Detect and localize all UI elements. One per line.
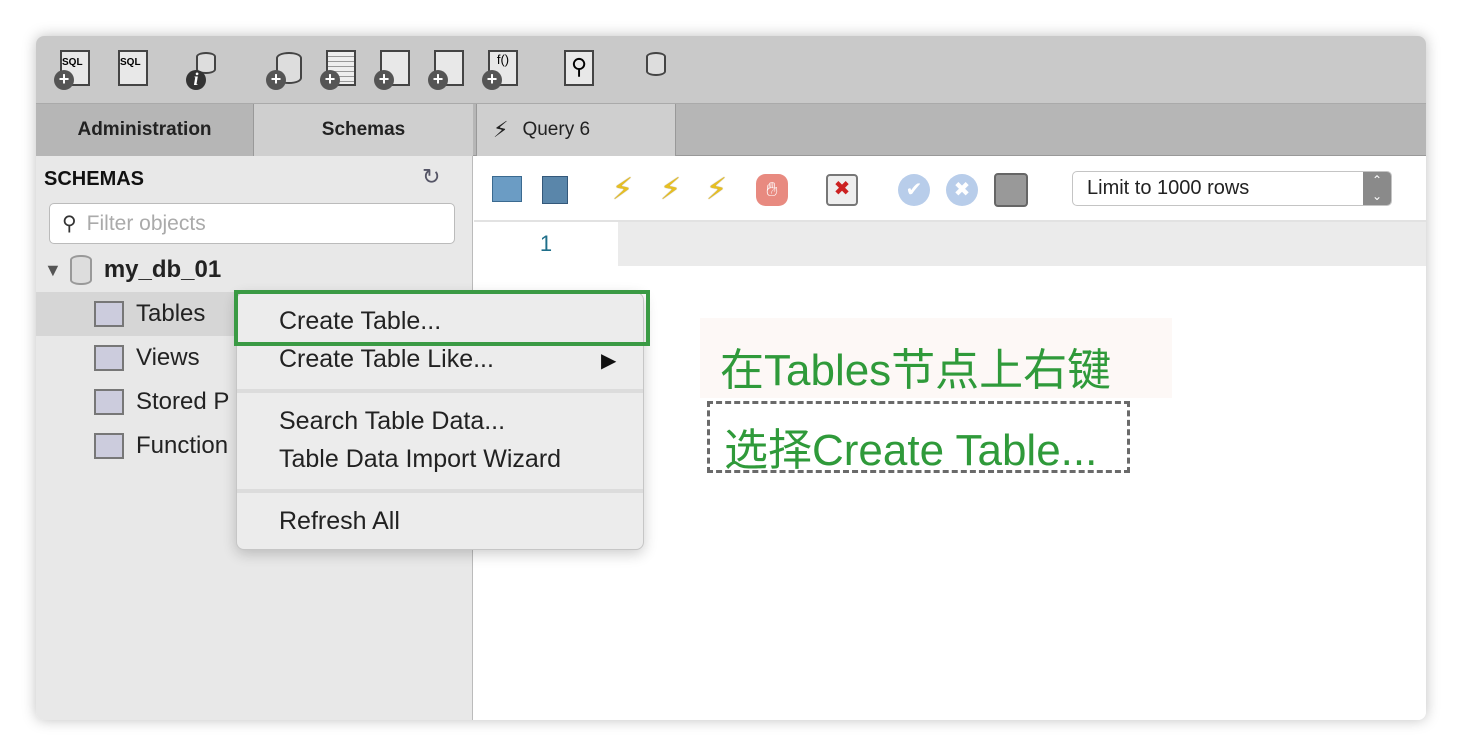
disclosure-triangle-icon[interactable]: ▼ — [44, 260, 62, 281]
submenu-arrow-icon: ▶ — [601, 350, 617, 372]
menu-item-table-data-import-wizard[interactable]: Table Data Import Wizard — [279, 445, 561, 474]
commit-icon[interactable]: ✔ — [898, 174, 930, 206]
refresh-icon[interactable]: ↻ — [422, 164, 440, 190]
create-procedure-icon[interactable]: + — [428, 48, 468, 90]
lightning-icon: ⚡︎ — [493, 117, 509, 142]
stop-icon[interactable]: ✋︎ — [756, 174, 788, 206]
open-file-icon[interactable] — [492, 176, 522, 202]
query-toolbar: ⚡︎ ⚡︎ ⚡︎ ✋︎ ✖ ✔ ✖ Limit to 1000 rows ⌃ ⌄ — [474, 156, 1426, 222]
menu-item-create-table-like[interactable]: Create Table Like... — [279, 345, 494, 374]
tab-bar: Administration Schemas ⚡︎ Query 6 — [36, 104, 1426, 156]
limit-rows-select[interactable]: Limit to 1000 rows ⌃ ⌄ — [1072, 171, 1392, 206]
execute-current-icon[interactable]: ⚡︎ — [660, 172, 692, 206]
tree-label: Views — [136, 344, 200, 371]
tree-label: Tables — [136, 300, 206, 327]
sql-label: SQL — [62, 57, 83, 68]
menu-item-refresh-all[interactable]: Refresh All — [279, 507, 400, 536]
main-toolbar: SQL + SQL i + + + + f() + ⚲ — [36, 36, 1426, 104]
schema-inspector-icon[interactable]: i — [186, 48, 226, 90]
views-icon — [94, 345, 124, 371]
create-function-icon[interactable]: f() + — [482, 48, 522, 90]
tab-query-6[interactable]: ⚡︎ Query 6 — [476, 104, 676, 156]
explain-icon[interactable]: ⚡︎ — [706, 172, 738, 206]
chevron-up-down-icon: ⌃ ⌄ — [1363, 172, 1391, 205]
tab-administration[interactable]: Administration — [36, 104, 254, 156]
save-icon[interactable] — [542, 176, 568, 204]
tree-label: Function — [136, 432, 229, 459]
tree-label: Stored P — [136, 388, 230, 415]
search-table-data-icon[interactable]: ⚲ — [558, 48, 598, 90]
rollback-icon[interactable]: ✖ — [946, 174, 978, 206]
schema-my-db-01[interactable]: ▼ my_db_01 — [36, 248, 473, 292]
tab-label: Query 6 — [522, 119, 591, 140]
procedures-icon — [94, 389, 124, 415]
schemas-header: SCHEMAS — [44, 168, 145, 190]
functions-icon — [94, 433, 124, 459]
annotation-line-2: 选择Create Table... — [724, 426, 1098, 475]
filter-objects-input[interactable]: ⚲ Filter objects — [49, 203, 455, 244]
database-icon — [69, 255, 92, 285]
new-sql-tab-icon[interactable]: SQL + — [54, 48, 94, 90]
execute-icon[interactable]: ⚡︎ — [612, 172, 644, 206]
tab-schemas[interactable]: Schemas — [254, 104, 473, 156]
create-view-icon[interactable]: + — [374, 48, 414, 90]
line-number: 1 — [474, 222, 618, 266]
open-sql-file-icon[interactable]: SQL — [112, 48, 152, 90]
search-icon: ⚲ — [62, 213, 77, 235]
create-schema-icon[interactable]: + — [266, 48, 306, 90]
menu-separator — [237, 489, 643, 493]
annotation-line-1: 在Tables节点上右键 — [720, 346, 1112, 395]
autocommit-icon[interactable] — [994, 173, 1028, 207]
filter-placeholder: Filter objects — [86, 211, 206, 235]
schema-name: my_db_01 — [103, 256, 222, 283]
highlight-box — [234, 290, 650, 346]
sql-label: SQL — [120, 57, 141, 68]
reconnect-icon[interactable] — [636, 48, 676, 90]
create-table-icon[interactable]: + — [320, 48, 360, 90]
toggle-continue-on-error-icon[interactable]: ✖ — [826, 174, 858, 206]
tables-icon — [94, 301, 124, 327]
menu-separator — [237, 389, 643, 393]
menu-item-search-table-data[interactable]: Search Table Data... — [279, 407, 505, 436]
limit-value: Limit to 1000 rows — [1087, 177, 1250, 199]
